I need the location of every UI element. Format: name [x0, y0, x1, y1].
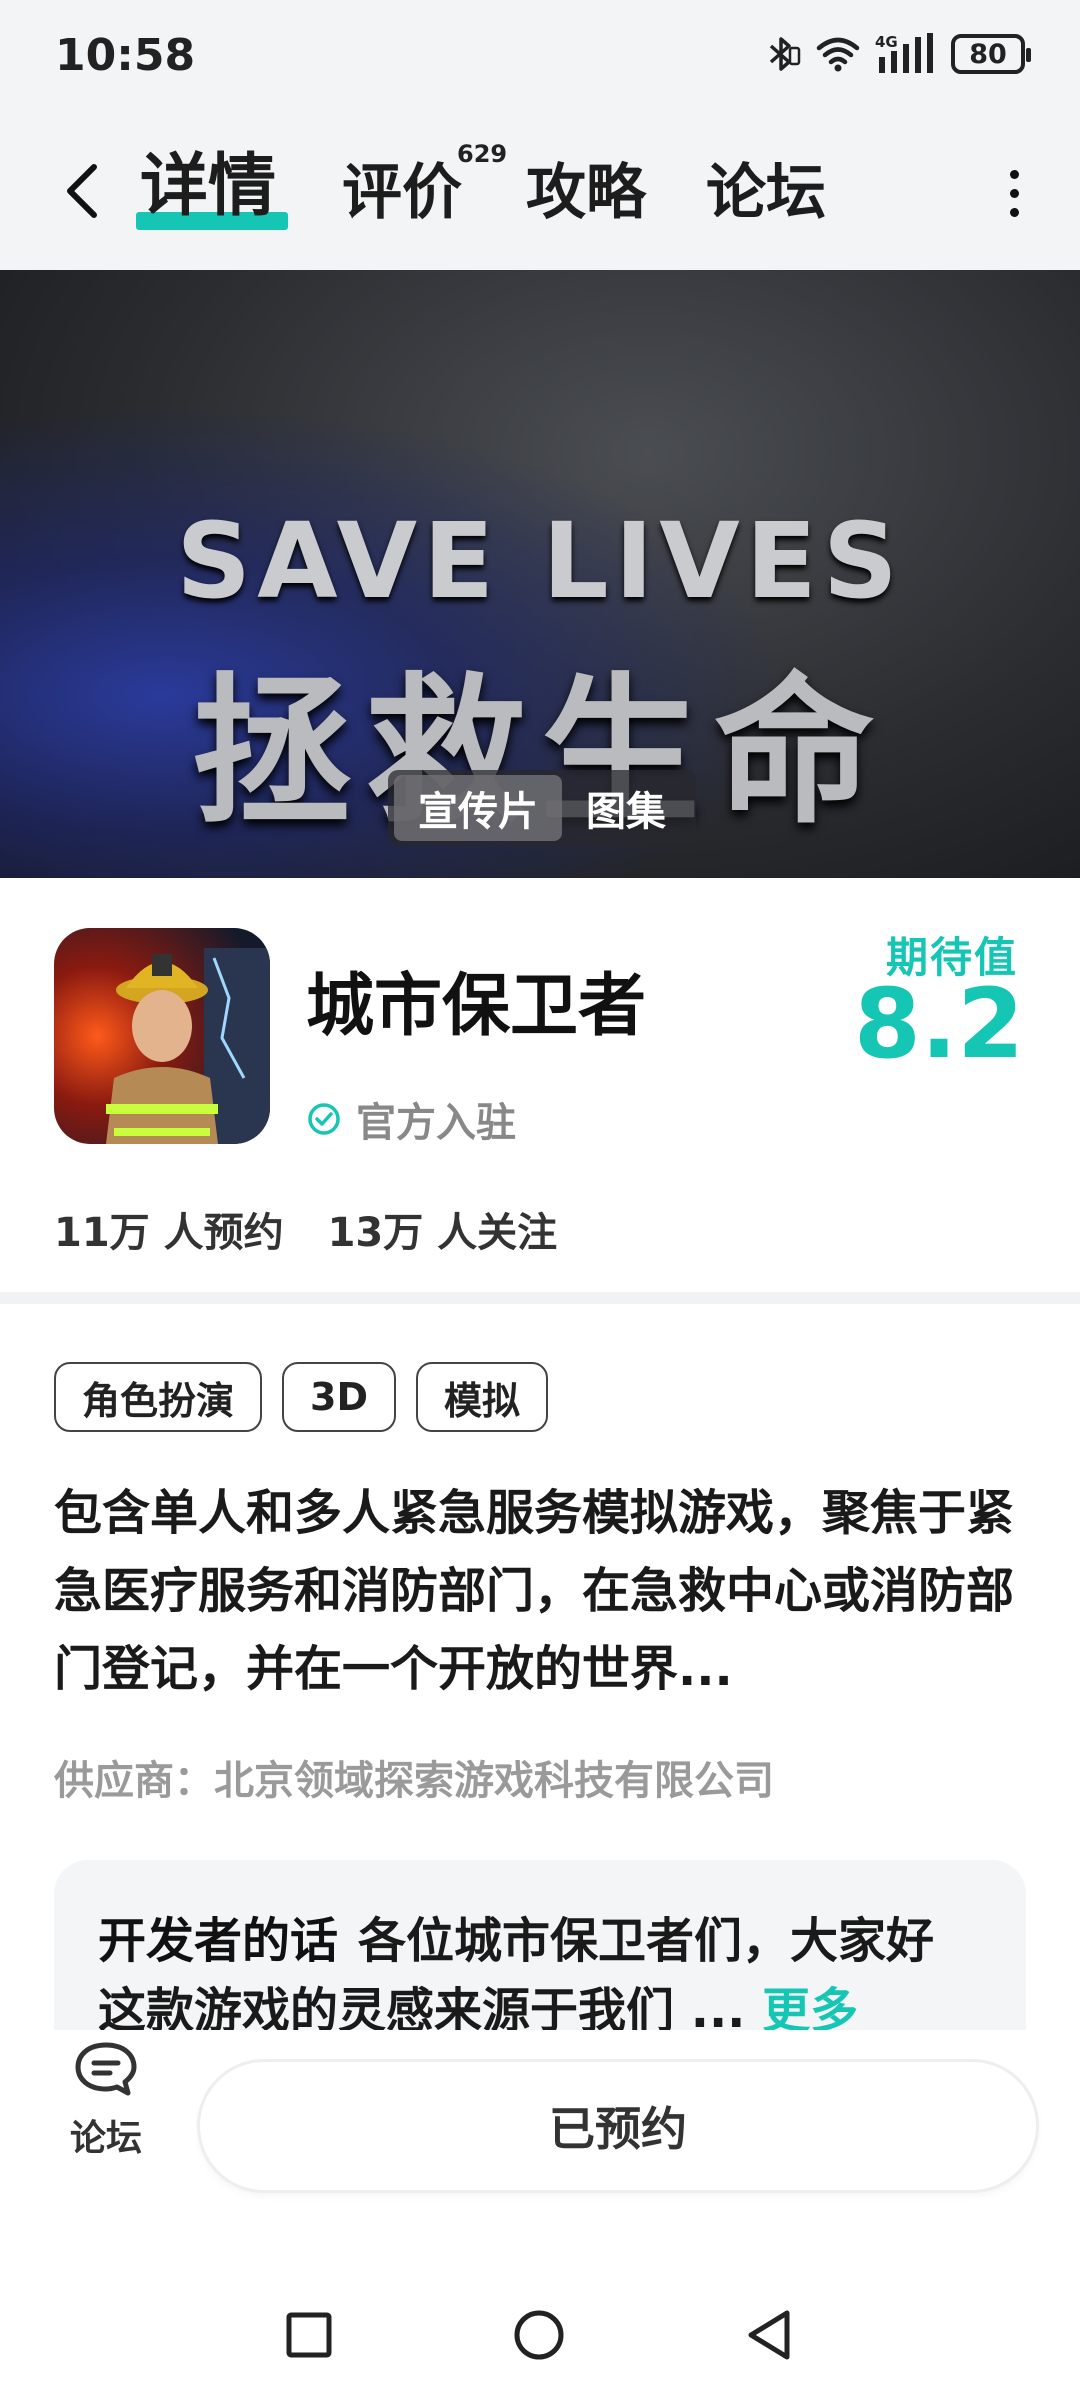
developer-note-more-link[interactable]: 更多 [762, 1983, 858, 2030]
media-toggle: 宣传片 图集 [388, 770, 696, 846]
tab-reviews[interactable]: 评价 [342, 156, 462, 230]
media-banner[interactable]: SAVE LIVES 拯救生命 宣传片 图集 [0, 270, 1080, 878]
signal-icon: 4G [875, 33, 933, 73]
triangle-back-icon [748, 2310, 790, 2360]
recent-apps-button[interactable] [274, 2300, 344, 2370]
game-stats: 11万 人预约 13万 人关注 [54, 1200, 557, 1258]
tag-simulation[interactable]: 模拟 [416, 1362, 549, 1432]
follower-count: 13万 人关注 [327, 1210, 558, 1256]
battery-level: 80 [969, 38, 1007, 70]
banner-headline-en: SAVE LIVES [176, 500, 904, 622]
status-time: 10:58 [55, 30, 196, 81]
tab-forum[interactable]: 论坛 [706, 156, 826, 230]
chat-bubble-icon [75, 2042, 137, 2096]
check-circle-icon [308, 1103, 340, 1135]
battery-icon: 80 [951, 34, 1031, 74]
tag-roleplay[interactable]: 角色扮演 [54, 1362, 263, 1432]
media-tab-gallery[interactable]: 图集 [562, 775, 690, 841]
media-tab-trailer[interactable]: 宣传片 [394, 775, 562, 841]
status-icons: 4G 80 [761, 28, 1031, 80]
game-description[interactable]: 包含单人和多人紧急服务模拟游戏，聚焦于紧急医疗服务和消防部门，在急救中心或消防部… [54, 1474, 1034, 1708]
expect-value: 8.2 [853, 968, 1024, 1080]
tab-details[interactable]: 详情 [140, 150, 276, 224]
back-button[interactable] [52, 156, 112, 226]
supplier-text: 供应商：北京领域探索游戏科技有限公司 [54, 1758, 774, 1804]
forum-button[interactable]: 论坛 [56, 2000, 156, 2200]
system-back-button[interactable] [734, 2300, 804, 2370]
square-icon [286, 2312, 332, 2358]
official-badge: 官方入驻 [306, 1090, 516, 1148]
network-label: 4G [875, 33, 898, 51]
developer-note-label: 开发者的话 [98, 1913, 339, 1969]
reserved-button[interactable]: 已预约 [200, 2062, 1036, 2190]
official-label: 官方入驻 [356, 1100, 516, 1146]
section-divider [0, 1292, 1080, 1304]
home-button[interactable] [504, 2300, 574, 2370]
developer-note: 开发者的话 各位城市保卫者们，大家好 这款游戏的灵感来源于我们 ... 更多 [98, 1906, 998, 2030]
more-options-button[interactable] [984, 158, 1044, 228]
reviews-count-badge: 629 [457, 140, 508, 168]
chevron-left-icon [67, 164, 97, 218]
wifi-icon [816, 37, 860, 72]
tag-list: 角色扮演 3D 模拟 [54, 1362, 549, 1432]
reservation-count: 11万 人预约 [54, 1210, 284, 1256]
circle-icon [514, 2310, 564, 2360]
tag-3d[interactable]: 3D [282, 1362, 396, 1432]
game-icon [54, 928, 270, 1144]
game-title: 城市保卫者 [306, 967, 647, 1046]
forum-button-label: 论坛 [69, 2118, 142, 2159]
bluetooth-icon [769, 37, 801, 71]
tab-guides[interactable]: 攻略 [526, 156, 646, 230]
status-bar: 10:58 4G 80 [0, 0, 1080, 116]
developer-note-card[interactable]: 开发者的话 各位城市保卫者们，大家好 这款游戏的灵感来源于我们 ... 更多 [54, 1860, 1026, 2030]
firefighter-icon [54, 928, 270, 1144]
